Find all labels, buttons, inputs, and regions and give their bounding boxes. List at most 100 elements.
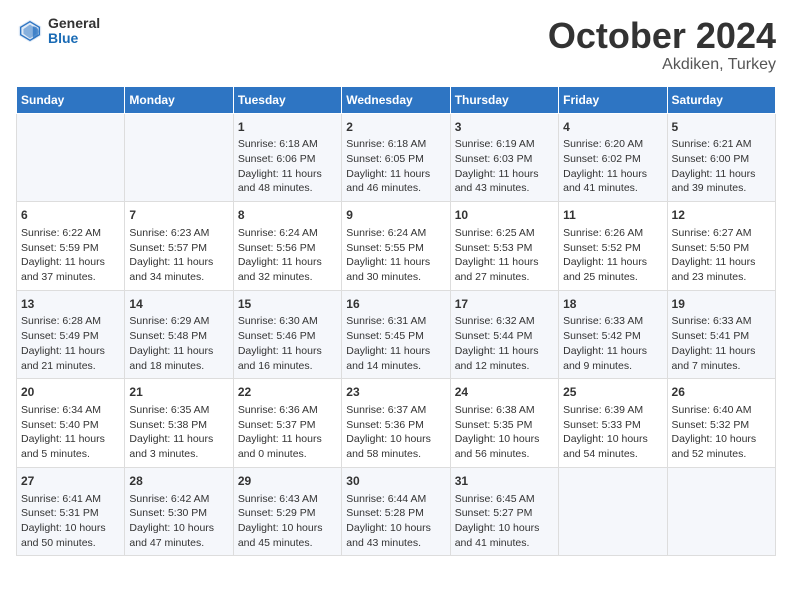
cell-content: Sunrise: 6:19 AM Sunset: 6:03 PM Dayligh… xyxy=(455,137,554,196)
day-number: 8 xyxy=(238,207,337,224)
calendar-cell: 26 Sunrise: 6:40 AM Sunset: 5:32 PM Dayli… xyxy=(667,379,775,468)
calendar-header: SundayMondayTuesdayWednesdayThursdayFrid… xyxy=(17,86,776,113)
day-number: 11 xyxy=(563,207,662,224)
calendar-cell: 1Sunrise: 6:18 AM Sunset: 6:06 PM Daylig… xyxy=(233,113,341,202)
day-number: 26 xyxy=(672,384,771,401)
cell-content: Sunrise: 6:37 AM Sunset: 5:36 PM Dayligh… xyxy=(346,403,445,462)
calendar-body: 1Sunrise: 6:18 AM Sunset: 6:06 PM Daylig… xyxy=(17,113,776,556)
cell-content: Sunrise: 6:24 AM Sunset: 5:55 PM Dayligh… xyxy=(346,226,445,285)
day-number: 4 xyxy=(563,119,662,136)
calendar-cell: 20 Sunrise: 6:34 AM Sunset: 5:40 PM Dayli… xyxy=(17,379,125,468)
cell-content: Sunrise: 6:42 AM Sunset: 5:30 PM Dayligh… xyxy=(129,492,228,551)
day-number: 10 xyxy=(455,207,554,224)
calendar-week-row: 20 Sunrise: 6:34 AM Sunset: 5:40 PM Dayli… xyxy=(17,379,776,468)
cell-content: Sunrise: 6:35 AM Sunset: 5:38 PM Dayligh… xyxy=(129,403,228,462)
calendar-cell: 31 Sunrise: 6:45 AM Sunset: 5:27 PM Dayli… xyxy=(450,467,558,556)
calendar-title: October 2024 xyxy=(548,16,776,56)
calendar-cell: 2Sunrise: 6:18 AM Sunset: 6:05 PM Daylig… xyxy=(342,113,450,202)
day-number: 9 xyxy=(346,207,445,224)
day-number: 7 xyxy=(129,207,228,224)
cell-content: Sunrise: 6:18 AM Sunset: 6:05 PM Dayligh… xyxy=(346,137,445,196)
cell-content: Sunrise: 6:28 AM Sunset: 5:49 PM Dayligh… xyxy=(21,314,120,373)
weekday-header-wednesday: Wednesday xyxy=(342,86,450,113)
weekday-header-tuesday: Tuesday xyxy=(233,86,341,113)
cell-content: Sunrise: 6:21 AM Sunset: 6:00 PM Dayligh… xyxy=(672,137,771,196)
calendar-cell: 7 Sunrise: 6:23 AM Sunset: 5:57 PM Daylig… xyxy=(125,202,233,291)
cell-content: Sunrise: 6:26 AM Sunset: 5:52 PM Dayligh… xyxy=(563,226,662,285)
calendar-cell: 9 Sunrise: 6:24 AM Sunset: 5:55 PM Daylig… xyxy=(342,202,450,291)
calendar-week-row: 27Sunrise: 6:41 AM Sunset: 5:31 PM Dayli… xyxy=(17,467,776,556)
day-number: 13 xyxy=(21,296,120,313)
calendar-table: SundayMondayTuesdayWednesdayThursdayFrid… xyxy=(16,86,776,557)
calendar-subtitle: Akdiken, Turkey xyxy=(548,56,776,74)
day-number: 22 xyxy=(238,384,337,401)
cell-content: Sunrise: 6:23 AM Sunset: 5:57 PM Dayligh… xyxy=(129,226,228,285)
calendar-cell: 4Sunrise: 6:20 AM Sunset: 6:02 PM Daylig… xyxy=(559,113,667,202)
calendar-cell xyxy=(17,113,125,202)
calendar-cell: 13Sunrise: 6:28 AM Sunset: 5:49 PM Dayli… xyxy=(17,290,125,379)
day-number: 16 xyxy=(346,296,445,313)
day-number: 3 xyxy=(455,119,554,136)
cell-content: Sunrise: 6:36 AM Sunset: 5:37 PM Dayligh… xyxy=(238,403,337,462)
calendar-cell: 16Sunrise: 6:31 AM Sunset: 5:45 PM Dayli… xyxy=(342,290,450,379)
calendar-cell: 11 Sunrise: 6:26 AM Sunset: 5:52 PM Dayli… xyxy=(559,202,667,291)
logo-icon xyxy=(16,17,44,45)
calendar-cell: 29 Sunrise: 6:43 AM Sunset: 5:29 PM Dayli… xyxy=(233,467,341,556)
calendar-cell: 22 Sunrise: 6:36 AM Sunset: 5:37 PM Dayli… xyxy=(233,379,341,468)
cell-content: Sunrise: 6:30 AM Sunset: 5:46 PM Dayligh… xyxy=(238,314,337,373)
logo-line2: Blue xyxy=(48,31,100,46)
cell-content: Sunrise: 6:40 AM Sunset: 5:32 PM Dayligh… xyxy=(672,403,771,462)
day-number: 27 xyxy=(21,473,120,490)
day-number: 23 xyxy=(346,384,445,401)
calendar-cell: 28Sunrise: 6:42 AM Sunset: 5:30 PM Dayli… xyxy=(125,467,233,556)
day-number: 5 xyxy=(672,119,771,136)
calendar-cell: 24Sunrise: 6:38 AM Sunset: 5:35 PM Dayli… xyxy=(450,379,558,468)
weekday-header-monday: Monday xyxy=(125,86,233,113)
day-number: 14 xyxy=(129,296,228,313)
day-number: 19 xyxy=(672,296,771,313)
day-number: 29 xyxy=(238,473,337,490)
weekday-header-friday: Friday xyxy=(559,86,667,113)
calendar-cell: 15Sunrise: 6:30 AM Sunset: 5:46 PM Dayli… xyxy=(233,290,341,379)
weekday-header-thursday: Thursday xyxy=(450,86,558,113)
calendar-cell: 6Sunrise: 6:22 AM Sunset: 5:59 PM Daylig… xyxy=(17,202,125,291)
cell-content: Sunrise: 6:45 AM Sunset: 5:27 PM Dayligh… xyxy=(455,492,554,551)
day-number: 17 xyxy=(455,296,554,313)
day-number: 20 xyxy=(21,384,120,401)
calendar-cell xyxy=(559,467,667,556)
weekday-header-row: SundayMondayTuesdayWednesdayThursdayFrid… xyxy=(17,86,776,113)
calendar-cell: 5Sunrise: 6:21 AM Sunset: 6:00 PM Daylig… xyxy=(667,113,775,202)
cell-content: Sunrise: 6:24 AM Sunset: 5:56 PM Dayligh… xyxy=(238,226,337,285)
page-header: General Blue October 2024 Akdiken, Turke… xyxy=(16,16,776,74)
cell-content: Sunrise: 6:39 AM Sunset: 5:33 PM Dayligh… xyxy=(563,403,662,462)
calendar-cell: 27Sunrise: 6:41 AM Sunset: 5:31 PM Dayli… xyxy=(17,467,125,556)
cell-content: Sunrise: 6:34 AM Sunset: 5:40 PM Dayligh… xyxy=(21,403,120,462)
calendar-cell: 12Sunrise: 6:27 AM Sunset: 5:50 PM Dayli… xyxy=(667,202,775,291)
calendar-cell: 8 Sunrise: 6:24 AM Sunset: 5:56 PM Daylig… xyxy=(233,202,341,291)
day-number: 1 xyxy=(238,119,337,136)
day-number: 31 xyxy=(455,473,554,490)
day-number: 2 xyxy=(346,119,445,136)
cell-content: Sunrise: 6:33 AM Sunset: 5:42 PM Dayligh… xyxy=(563,314,662,373)
calendar-week-row: 6Sunrise: 6:22 AM Sunset: 5:59 PM Daylig… xyxy=(17,202,776,291)
calendar-cell: 23 Sunrise: 6:37 AM Sunset: 5:36 PM Dayli… xyxy=(342,379,450,468)
calendar-week-row: 1Sunrise: 6:18 AM Sunset: 6:06 PM Daylig… xyxy=(17,113,776,202)
calendar-cell: 3Sunrise: 6:19 AM Sunset: 6:03 PM Daylig… xyxy=(450,113,558,202)
calendar-cell xyxy=(667,467,775,556)
cell-content: Sunrise: 6:32 AM Sunset: 5:44 PM Dayligh… xyxy=(455,314,554,373)
calendar-cell: 25 Sunrise: 6:39 AM Sunset: 5:33 PM Dayli… xyxy=(559,379,667,468)
logo-text: General Blue xyxy=(48,16,100,47)
cell-content: Sunrise: 6:33 AM Sunset: 5:41 PM Dayligh… xyxy=(672,314,771,373)
cell-content: Sunrise: 6:44 AM Sunset: 5:28 PM Dayligh… xyxy=(346,492,445,551)
cell-content: Sunrise: 6:43 AM Sunset: 5:29 PM Dayligh… xyxy=(238,492,337,551)
cell-content: Sunrise: 6:22 AM Sunset: 5:59 PM Dayligh… xyxy=(21,226,120,285)
day-number: 21 xyxy=(129,384,228,401)
day-number: 25 xyxy=(563,384,662,401)
logo: General Blue xyxy=(16,16,100,47)
cell-content: Sunrise: 6:31 AM Sunset: 5:45 PM Dayligh… xyxy=(346,314,445,373)
title-block: October 2024 Akdiken, Turkey xyxy=(548,16,776,74)
cell-content: Sunrise: 6:20 AM Sunset: 6:02 PM Dayligh… xyxy=(563,137,662,196)
cell-content: Sunrise: 6:18 AM Sunset: 6:06 PM Dayligh… xyxy=(238,137,337,196)
calendar-cell xyxy=(125,113,233,202)
cell-content: Sunrise: 6:25 AM Sunset: 5:53 PM Dayligh… xyxy=(455,226,554,285)
